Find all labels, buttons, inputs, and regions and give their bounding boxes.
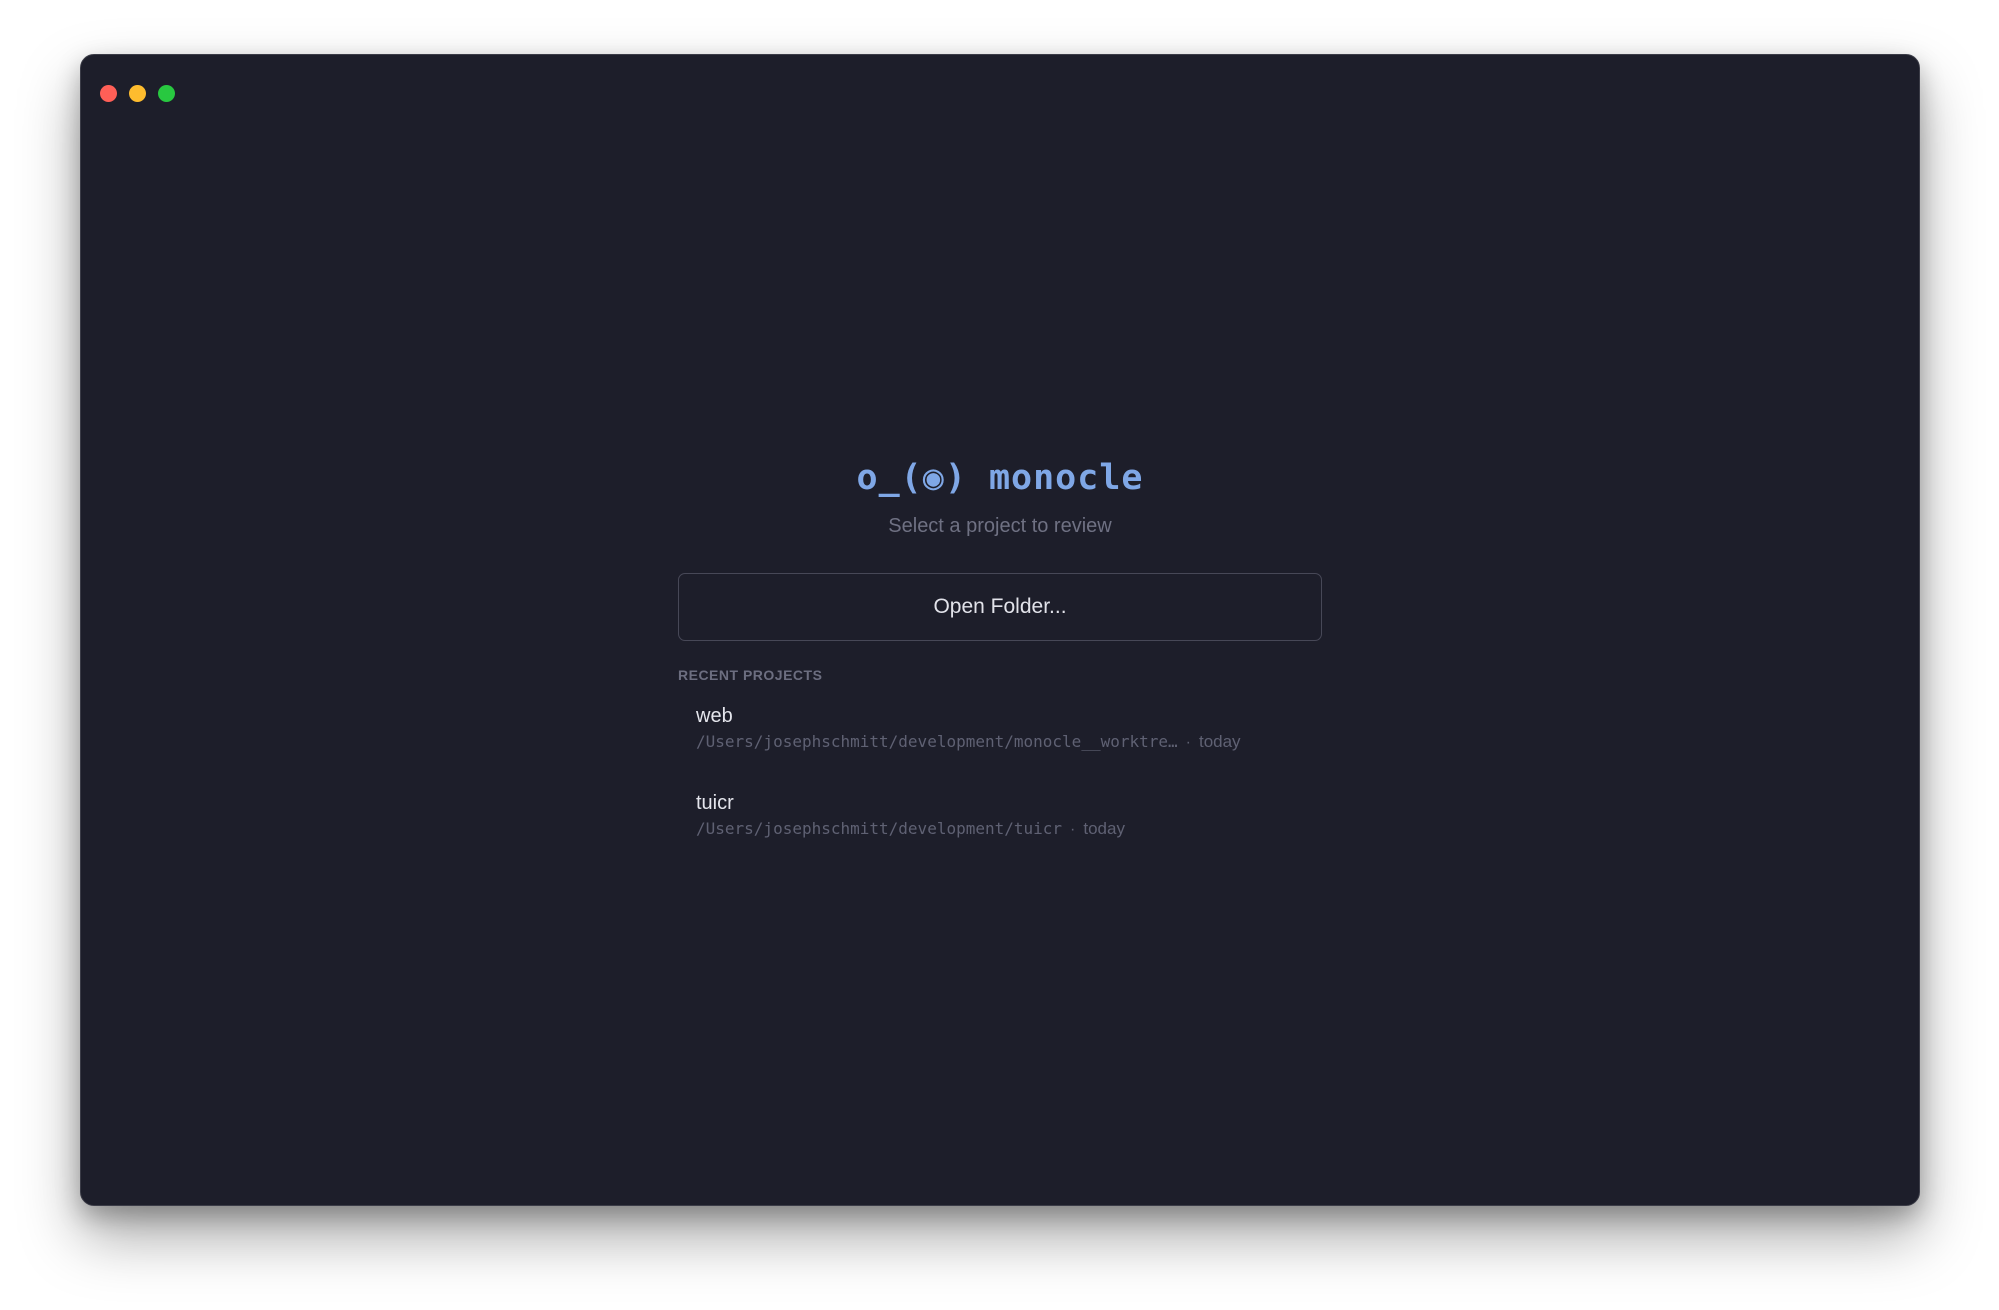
meta-separator: · xyxy=(1070,821,1076,838)
project-path: /Users/josephschmitt/development/monocle… xyxy=(696,732,1178,751)
meta-separator: · xyxy=(1185,734,1191,751)
minimize-window-button[interactable] xyxy=(129,85,146,102)
project-last-opened: today xyxy=(1083,819,1125,838)
app-window: o_(◉) monocle Select a project to review… xyxy=(80,54,1920,1206)
zoom-window-button[interactable] xyxy=(158,85,175,102)
welcome-subtitle: Select a project to review xyxy=(888,515,1112,537)
window-controls xyxy=(100,85,175,102)
open-folder-button[interactable]: Open Folder... xyxy=(678,573,1322,641)
project-last-opened: today xyxy=(1198,732,1241,751)
recent-projects-list: web /Users/josephschmitt/development/mon… xyxy=(678,695,1322,849)
recent-projects-heading: RECENT PROJECTS xyxy=(678,667,823,683)
project-name: tuicr xyxy=(696,792,734,814)
app-logo: o_(◉) monocle xyxy=(856,458,1144,498)
project-meta: /Users/josephschmitt/development/tuicr · t… xyxy=(696,818,1304,841)
close-window-button[interactable] xyxy=(100,85,117,102)
welcome-panel: o_(◉) monocle Select a project to review… xyxy=(678,455,1322,869)
project-meta: /Users/josephschmitt/development/monocle… xyxy=(696,731,1304,754)
project-name: web xyxy=(696,705,733,727)
project-path: /Users/josephschmitt/development/tuicr xyxy=(696,819,1063,838)
recent-project-item[interactable]: web /Users/josephschmitt/development/mon… xyxy=(678,695,1322,762)
open-folder-label: Open Folder... xyxy=(933,595,1067,618)
recent-project-item[interactable]: tuicr /Users/josephschmitt/development/t… xyxy=(678,782,1322,849)
